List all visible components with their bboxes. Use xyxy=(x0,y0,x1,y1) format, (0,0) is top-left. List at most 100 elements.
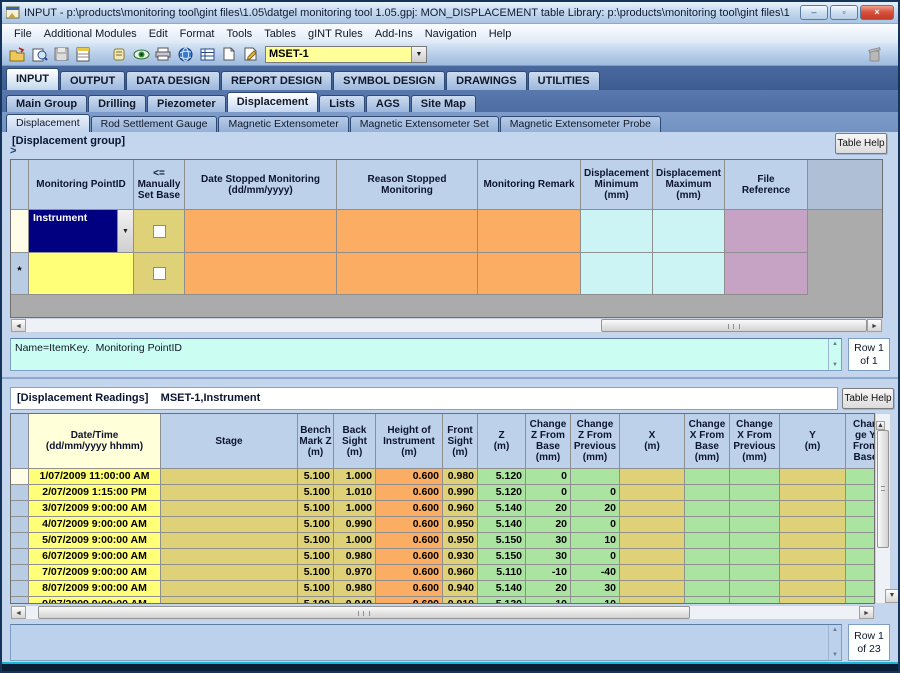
title-bar[interactable]: INPUT - p:\products\monitoring tool\gint… xyxy=(2,2,898,24)
cell[interactable]: 10 xyxy=(526,597,571,604)
cell[interactable]: 0.940 xyxy=(334,597,376,604)
cell[interactable] xyxy=(620,469,685,485)
cell[interactable] xyxy=(685,597,730,604)
cell[interactable]: 20 xyxy=(571,501,620,517)
reason-stopped-cell[interactable] xyxy=(337,253,478,295)
tab-report-design[interactable]: REPORT DESIGN xyxy=(221,71,332,90)
status-scroll-up-icon[interactable]: ▲ xyxy=(832,627,838,633)
cell[interactable]: 5.110 xyxy=(478,565,526,581)
cell[interactable] xyxy=(161,565,298,581)
cell[interactable]: 0 xyxy=(526,469,571,485)
cell[interactable] xyxy=(620,533,685,549)
cell[interactable] xyxy=(161,469,298,485)
cell[interactable]: 5.100 xyxy=(298,581,334,597)
cell[interactable] xyxy=(846,549,875,565)
cell[interactable]: 5.100 xyxy=(298,501,334,517)
scroll-right-icon[interactable]: ► xyxy=(867,319,882,332)
cell[interactable]: 20 xyxy=(526,517,571,533)
vscroll-thumb[interactable] xyxy=(877,430,889,548)
globe-icon[interactable] xyxy=(175,45,195,64)
tab-data-design[interactable]: DATA DESIGN xyxy=(126,71,220,90)
row-selector[interactable] xyxy=(11,517,29,533)
tab-main-group[interactable]: Main Group xyxy=(6,95,87,112)
cell[interactable]: 5.100 xyxy=(298,565,334,581)
eye-icon[interactable] xyxy=(131,45,151,64)
cell[interactable]: 0.970 xyxy=(334,565,376,581)
monitoring-pointid-cell[interactable]: Instrument ▼ xyxy=(29,210,134,253)
cell[interactable]: 30 xyxy=(526,549,571,565)
cell[interactable] xyxy=(620,549,685,565)
monitoring-remark-cell[interactable] xyxy=(478,253,581,295)
menu-item-additional-modules[interactable]: Additional Modules xyxy=(38,26,143,42)
cell[interactable]: 0.980 xyxy=(443,469,478,485)
cell[interactable] xyxy=(685,485,730,501)
cell[interactable]: 5.100 xyxy=(298,597,334,604)
cell[interactable] xyxy=(780,517,846,533)
row-selector[interactable] xyxy=(11,597,29,604)
cell[interactable] xyxy=(161,485,298,501)
cell[interactable] xyxy=(846,565,875,581)
tab-ags[interactable]: AGS xyxy=(366,95,410,112)
printer-icon[interactable] xyxy=(153,45,173,64)
cell[interactable] xyxy=(730,597,780,604)
list-icon[interactable] xyxy=(197,45,217,64)
pointid-value[interactable]: Instrument xyxy=(29,210,117,252)
cell[interactable] xyxy=(780,549,846,565)
disp-min-cell[interactable] xyxy=(581,253,653,295)
cell[interactable] xyxy=(730,533,780,549)
cell[interactable]: 5.150 xyxy=(478,533,526,549)
cell[interactable]: 0 xyxy=(571,485,620,501)
cell[interactable]: 20 xyxy=(526,501,571,517)
cell[interactable]: 0.600 xyxy=(376,597,443,604)
cell[interactable] xyxy=(161,533,298,549)
cell[interactable]: 0.950 xyxy=(443,517,478,533)
status-scroll-up-icon[interactable]: ▲ xyxy=(832,341,838,347)
cell[interactable]: 30 xyxy=(526,533,571,549)
subtab-rod-settlement-gauge[interactable]: Rod Settlement Gauge xyxy=(91,116,218,132)
subtab-displacement[interactable]: Displacement xyxy=(6,114,90,132)
menu-item-navigation[interactable]: Navigation xyxy=(419,26,483,42)
cell[interactable]: 1.000 xyxy=(334,501,376,517)
maximize-button[interactable]: ▫ xyxy=(830,5,858,20)
hscroll-thumb[interactable] xyxy=(601,319,867,332)
set-base-checkbox[interactable] xyxy=(153,267,166,280)
set-base-checkbox[interactable] xyxy=(153,225,166,238)
readings-vscrollbar[interactable]: ▲ ▼ xyxy=(875,413,891,604)
cell[interactable]: 5.140 xyxy=(478,581,526,597)
cell[interactable]: 0.910 xyxy=(443,597,478,604)
tab-drawings[interactable]: DRAWINGS xyxy=(446,71,527,90)
tab-piezometer[interactable]: Piezometer xyxy=(147,95,226,112)
minimize-button[interactable]: – xyxy=(800,5,828,20)
subtab-magnetic-extensometer-probe[interactable]: Magnetic Extensometer Probe xyxy=(500,116,661,132)
readings-hscrollbar[interactable]: ◄ ► xyxy=(10,605,875,620)
cell[interactable]: 1.000 xyxy=(334,469,376,485)
cell[interactable]: 5.100 xyxy=(298,469,334,485)
scroll-up-icon[interactable]: ▲ xyxy=(876,421,885,430)
cell[interactable]: 0.600 xyxy=(376,533,443,549)
cell[interactable]: 10 xyxy=(571,533,620,549)
cell[interactable] xyxy=(780,485,846,501)
cell[interactable] xyxy=(780,533,846,549)
cell[interactable]: 5.140 xyxy=(478,517,526,533)
cell[interactable]: 0.960 xyxy=(443,565,478,581)
tab-displacement[interactable]: Displacement xyxy=(227,92,319,112)
trash-icon[interactable] xyxy=(867,46,882,67)
scroll-down-icon[interactable]: ▼ xyxy=(885,589,899,603)
cell[interactable]: 0.600 xyxy=(376,485,443,501)
cell[interactable]: 0.600 xyxy=(376,549,443,565)
cell[interactable]: 2/07/2009 1:15:00 PM xyxy=(29,485,161,501)
cell[interactable]: 0.990 xyxy=(443,485,478,501)
subtab-magnetic-extensometer[interactable]: Magnetic Extensometer xyxy=(218,116,348,132)
cell[interactable] xyxy=(620,581,685,597)
subtab-magnetic-extensometer-set[interactable]: Magnetic Extensometer Set xyxy=(350,116,499,132)
tab-output[interactable]: OUTPUT xyxy=(60,71,125,90)
file-reference-cell[interactable] xyxy=(725,253,808,295)
row-selector[interactable] xyxy=(11,565,29,581)
cell[interactable] xyxy=(730,549,780,565)
cell[interactable] xyxy=(685,533,730,549)
dataset-combobox[interactable]: MSET-1 ▼ xyxy=(265,46,427,63)
cell[interactable] xyxy=(846,469,875,485)
cell[interactable] xyxy=(780,501,846,517)
cell[interactable]: 0.600 xyxy=(376,565,443,581)
readings-table-help-button[interactable]: Table Help xyxy=(842,388,894,409)
